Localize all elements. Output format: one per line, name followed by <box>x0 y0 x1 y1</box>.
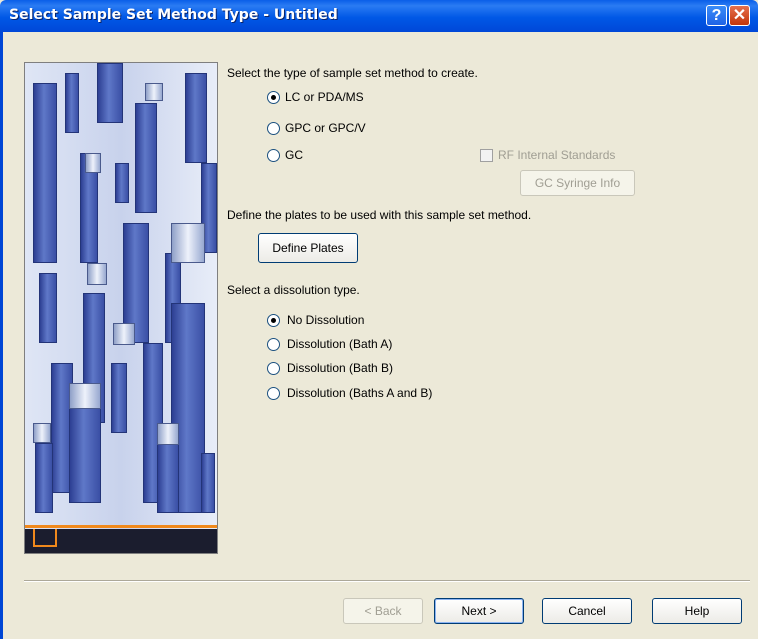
next-button[interactable]: Next > <box>434 598 524 624</box>
gc-syringe-info-button[interactable]: GC Syringe Info <box>520 170 635 196</box>
radio-lc-pda-ms[interactable] <box>267 91 280 104</box>
footer-separator <box>24 580 750 582</box>
vials-illustration <box>24 62 218 554</box>
back-button[interactable]: < Back <box>343 598 423 624</box>
help-title-button[interactable]: ? <box>706 5 727 26</box>
radio-no-dissolution[interactable] <box>267 314 280 327</box>
option-dissolution-bath-a-label[interactable]: Dissolution (Bath A) <box>287 337 392 351</box>
option-lc-pda-ms-label[interactable]: LC or PDA/MS <box>285 90 364 104</box>
radio-dissolution-bath-b[interactable] <box>267 362 280 375</box>
close-button[interactable]: ✕ <box>729 5 750 26</box>
rf-internal-standards-checkbox[interactable] <box>480 149 493 162</box>
title-bar[interactable]: Select Sample Set Method Type - Untitled… <box>0 0 758 32</box>
radio-gpc[interactable] <box>267 122 280 135</box>
define-plates-button[interactable]: Define Plates <box>258 233 358 263</box>
help-button[interactable]: Help <box>652 598 742 624</box>
plates-prompt: Define the plates to be used with this s… <box>227 208 532 222</box>
window-title: Select Sample Set Method Type - Untitled <box>9 7 338 23</box>
dissolution-prompt: Select a dissolution type. <box>227 283 360 297</box>
option-dissolution-bath-b-label[interactable]: Dissolution (Bath B) <box>287 361 393 375</box>
option-gc-label[interactable]: GC <box>285 148 303 162</box>
window-border <box>0 32 3 639</box>
dialog-window: Select Sample Set Method Type - Untitled… <box>0 0 758 639</box>
option-dissolution-baths-a-b-label[interactable]: Dissolution (Baths A and B) <box>287 386 432 400</box>
method-type-prompt: Select the type of sample set method to … <box>227 66 478 80</box>
option-no-dissolution-label[interactable]: No Dissolution <box>287 313 364 327</box>
radio-dissolution-baths-a-b[interactable] <box>267 387 280 400</box>
cancel-button[interactable]: Cancel <box>542 598 632 624</box>
option-gpc-label[interactable]: GPC or GPC/V <box>285 121 366 135</box>
radio-dissolution-bath-a[interactable] <box>267 338 280 351</box>
radio-gc[interactable] <box>267 149 280 162</box>
rf-internal-standards-label: RF Internal Standards <box>498 148 616 162</box>
